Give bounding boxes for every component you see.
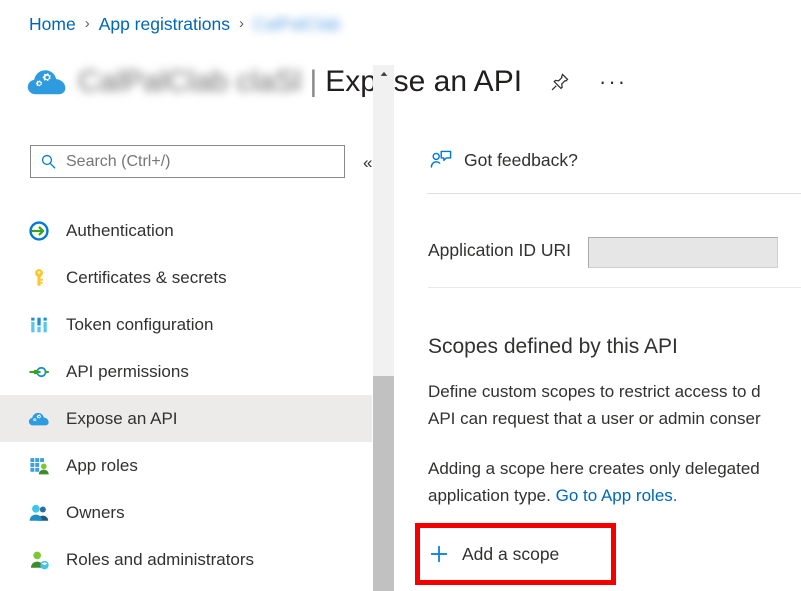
- sidebar-item-label: API permissions: [66, 362, 189, 382]
- breadcrumb-separator-icon: ›: [85, 13, 90, 35]
- owners-icon: [28, 502, 50, 524]
- scopes-note: Adding a scope here creates only delegat…: [428, 455, 801, 509]
- sidebar-item-label: App roles: [66, 456, 138, 476]
- sidebar-item-authentication[interactable]: Authentication: [0, 207, 372, 254]
- breadcrumb-item-app-registrations[interactable]: App registrations: [99, 13, 230, 35]
- sidebar-item-roles-and-administrators[interactable]: Roles and administrators: [0, 536, 372, 583]
- sidebar-item-owners[interactable]: Owners: [0, 489, 372, 536]
- scopes-description: Define custom scopes to restrict access …: [428, 378, 801, 432]
- sidebar-item-label: Certificates & secrets: [66, 268, 227, 288]
- ellipsis-icon[interactable]: ···: [599, 75, 627, 89]
- key-icon: [28, 267, 50, 289]
- go-to-app-roles-link[interactable]: Go to App roles.: [556, 486, 678, 505]
- feedback-person-icon: [429, 148, 453, 172]
- page-header: CalPalClab claSl | Expose an API ···: [26, 56, 627, 108]
- page-title-app-name-redacted: CalPalClab claSl: [78, 62, 301, 102]
- sidebar-item-app-roles[interactable]: App roles: [0, 442, 372, 489]
- sidebar-item-expose-an-api[interactable]: Expose an API: [0, 395, 372, 442]
- search-input[interactable]: Search (Ctrl+/): [30, 145, 345, 178]
- sidebar-collapse-button[interactable]: «: [363, 155, 372, 171]
- api-permissions-icon: [28, 361, 50, 383]
- search-icon: [40, 153, 57, 170]
- breadcrumb-item-home[interactable]: Home: [29, 13, 76, 35]
- application-id-uri-row: Application ID URI: [428, 237, 778, 268]
- got-feedback-button[interactable]: Got feedback?: [429, 148, 578, 172]
- sidebar: Search (Ctrl+/) « Authentication: [0, 135, 372, 591]
- scopes-note-line1: Adding a scope here creates only delegat…: [428, 459, 760, 478]
- scopes-section-heading: Scopes defined by this API: [428, 335, 678, 359]
- sidebar-item-label: Roles and administrators: [66, 550, 254, 570]
- add-scope-button[interactable]: Add a scope: [429, 537, 559, 571]
- token-bars-icon: [28, 314, 50, 336]
- sidebar-item-label: Owners: [66, 503, 125, 523]
- sidebar-item-token-configuration[interactable]: Token configuration: [0, 301, 372, 348]
- roles-admin-icon: [28, 549, 50, 571]
- sidebar-item-api-permissions[interactable]: API permissions: [0, 348, 372, 395]
- azure-portal-expose-an-api-page: Home › App registrations › CalPalClab Ca…: [0, 0, 801, 591]
- app-roles-icon: [28, 455, 50, 477]
- page-title: Expose an API: [325, 62, 522, 102]
- application-id-uri-field[interactable]: [588, 237, 778, 268]
- main-content: Got feedback? Application ID URI Scopes …: [395, 135, 801, 591]
- cloud-gears-icon: [26, 61, 68, 103]
- authentication-icon: [28, 220, 50, 242]
- application-id-uri-label: Application ID URI: [428, 237, 571, 263]
- add-scope-label: Add a scope: [462, 544, 559, 565]
- cloud-gears-icon: [28, 408, 50, 430]
- got-feedback-label: Got feedback?: [464, 150, 578, 171]
- scopes-description-line2: API can request that a user or admin con…: [428, 409, 761, 428]
- scopes-note-line2-prefix: application type.: [428, 486, 556, 505]
- breadcrumb-separator-icon: ›: [239, 13, 244, 35]
- plus-icon: [429, 544, 449, 564]
- search-placeholder: Search (Ctrl+/): [66, 153, 170, 171]
- header-divider: [427, 193, 801, 194]
- sidebar-item-label: Authentication: [66, 221, 174, 241]
- sidebar-item-label: Expose an API: [66, 409, 178, 429]
- scopes-description-line1: Define custom scopes to restrict access …: [428, 382, 761, 401]
- sidebar-item-label: Token configuration: [66, 315, 213, 335]
- sidebar-item-certificates-and-secrets[interactable]: Certificates & secrets: [0, 254, 372, 301]
- pin-icon[interactable]: [548, 71, 571, 94]
- uri-section-divider: [428, 287, 801, 288]
- sidebar-nav-list: Authentication Certificates & secrets: [0, 207, 372, 583]
- title-separator: |: [309, 65, 317, 99]
- breadcrumb: Home › App registrations › CalPalClab: [29, 13, 341, 35]
- scrollbar-thumb[interactable]: [373, 376, 394, 591]
- scroll-up-arrow-icon[interactable]: [373, 65, 394, 83]
- sidebar-scrollbar[interactable]: [373, 65, 394, 591]
- breadcrumb-item-current-redacted[interactable]: CalPalClab: [253, 13, 341, 35]
